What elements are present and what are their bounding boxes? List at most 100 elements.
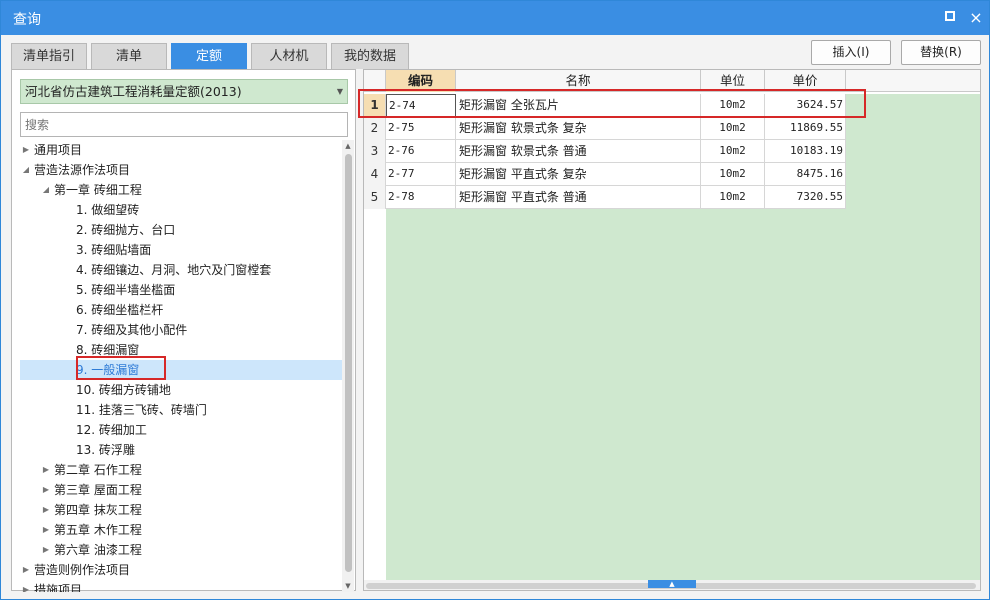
- replace-button[interactable]: 替换(R): [901, 40, 981, 65]
- cell-unit[interactable]: 10m2: [701, 140, 765, 163]
- cell-num[interactable]: 3: [364, 140, 386, 163]
- tree-scrollbar[interactable]: ▲ ▼: [342, 140, 354, 592]
- collapsed-arrow-icon[interactable]: ▶: [20, 140, 32, 160]
- cell-unit[interactable]: 10m2: [701, 117, 765, 140]
- tree-item[interactable]: ▶ 通用项目: [20, 140, 342, 160]
- quota-library-value: 河北省仿古建筑工程消耗量定额(2013): [25, 84, 242, 99]
- tree-item-label: 12. 砖细加工: [76, 423, 147, 437]
- cell-code[interactable]: 2-78: [386, 186, 456, 209]
- collapsed-arrow-icon[interactable]: ▶: [20, 560, 32, 580]
- tree-item[interactable]: ▶ 第四章 抹灰工程: [20, 500, 342, 520]
- tree-item[interactable]: 10. 砖细方砖铺地: [20, 380, 342, 400]
- tree-item-label: 第六章 油漆工程: [54, 543, 142, 557]
- tree-item-label: 11. 挂落三飞砖、砖墙门: [76, 403, 207, 417]
- window-title: 查询: [13, 12, 41, 28]
- table-row[interactable]: 5 2-78 矩形漏窗 平直式条 普通 10m2 7320.55: [364, 186, 846, 209]
- tree-item[interactable]: 9. 一般漏窗: [20, 360, 342, 380]
- insert-button[interactable]: 插入(I): [811, 40, 891, 65]
- cell-name[interactable]: 矩形漏窗 平直式条 普通: [456, 186, 701, 209]
- tree-item-label: 营造法源作法项目: [34, 163, 131, 177]
- tab-labor-material[interactable]: 人材机: [251, 43, 327, 69]
- tree-item-label: 第五章 木作工程: [54, 523, 142, 537]
- tree-item[interactable]: ▶ 营造则例作法项目: [20, 560, 342, 580]
- collapsed-arrow-icon[interactable]: ▶: [40, 500, 52, 520]
- cell-price[interactable]: 7320.55: [765, 186, 846, 209]
- chapter-tree: ▶ 通用项目 ◢ 营造法源作法项目 ◢ 第一章 砖细工程 1. 做细望砖 2. 砖细抛方、台口…: [20, 140, 342, 592]
- tree-item-label: 营造则例作法项目: [34, 563, 131, 577]
- tree-item[interactable]: 12. 砖细加工: [20, 420, 342, 440]
- tree-item-label: 第四章 抹灰工程: [54, 503, 142, 517]
- maximize-icon[interactable]: [941, 9, 959, 27]
- cell-price[interactable]: 11869.55: [765, 117, 846, 140]
- scroll-thumb[interactable]: [345, 154, 352, 572]
- tree-item-label: 3. 砖细贴墙面: [76, 243, 152, 257]
- cell-code[interactable]: 2-75: [386, 117, 456, 140]
- tab-my-data[interactable]: 我的数据: [331, 43, 409, 69]
- table-row[interactable]: 4 2-77 矩形漏窗 平直式条 复杂 10m2 8475.16: [364, 163, 846, 186]
- table-row[interactable]: 3 2-76 矩形漏窗 软景式条 普通 10m2 10183.19: [364, 140, 846, 163]
- cell-name[interactable]: 矩形漏窗 软景式条 普通: [456, 140, 701, 163]
- left-panel: 河北省仿古建筑工程消耗量定额(2013) ▼ ▶通用项目◢营造法源作法项目◢第一…: [11, 69, 356, 592]
- tree-item[interactable]: 8. 砖细漏窗: [20, 340, 342, 360]
- cell-name[interactable]: 矩形漏窗 平直式条 复杂: [456, 163, 701, 186]
- tree-item-label: 第一章 砖细工程: [54, 183, 142, 197]
- tree-item[interactable]: 3. 砖细贴墙面: [20, 240, 342, 260]
- tree-item-label: 措施项目: [34, 583, 83, 592]
- tree-item-label: 6. 砖细坐槛栏杆: [76, 303, 164, 317]
- expanded-arrow-icon[interactable]: ◢: [40, 180, 52, 200]
- collapsed-arrow-icon[interactable]: ▶: [40, 480, 52, 500]
- tree-item-label: 通用项目: [34, 143, 83, 157]
- tree-item[interactable]: 11. 挂落三飞砖、砖墙门: [20, 400, 342, 420]
- tree-item[interactable]: ▶ 第五章 木作工程: [20, 520, 342, 540]
- tree-item[interactable]: ▶ 第二章 石作工程: [20, 460, 342, 480]
- cell-num[interactable]: 4: [364, 163, 386, 186]
- cell-price[interactable]: 8475.16: [765, 163, 846, 186]
- tree-item-label: 7. 砖细及其他小配件: [76, 323, 188, 337]
- annotation-box-tree: [76, 356, 166, 380]
- tab-quota[interactable]: 定额: [171, 43, 247, 69]
- cell-code[interactable]: 2-77: [386, 163, 456, 186]
- search-input[interactable]: [20, 112, 348, 137]
- quota-grid: 编码 名称 单位 单价 1 2-74 矩形漏窗 全张瓦片 10m2 3624.57 2 2-…: [363, 69, 981, 591]
- tree-item-label: 4. 砖细镶边、月洞、地穴及门窗樘套: [76, 263, 272, 277]
- tree-item-label: 13. 砖浮雕: [76, 443, 135, 457]
- scroll-down-icon[interactable]: ▼: [342, 580, 354, 592]
- tab-bill[interactable]: 清单: [91, 43, 167, 69]
- tab-bill-guide[interactable]: 清单指引: [11, 43, 87, 69]
- tree-item[interactable]: 1. 做细望砖: [20, 200, 342, 220]
- tree-item[interactable]: 13. 砖浮雕: [20, 440, 342, 460]
- collapsed-arrow-icon[interactable]: ▶: [40, 540, 52, 560]
- tree-item[interactable]: 5. 砖细半墙坐槛面: [20, 280, 342, 300]
- collapsed-arrow-icon[interactable]: ▶: [40, 520, 52, 540]
- tree-item[interactable]: ◢ 第一章 砖细工程: [20, 180, 342, 200]
- close-icon[interactable]: ×: [967, 9, 985, 27]
- collapsed-arrow-icon[interactable]: ▶: [20, 580, 32, 592]
- cell-code[interactable]: 2-76: [386, 140, 456, 163]
- title-bar[interactable]: 查询 ×: [1, 1, 989, 35]
- cell-unit[interactable]: 10m2: [701, 186, 765, 209]
- scroll-up-icon[interactable]: ▲: [342, 140, 354, 152]
- cell-num[interactable]: 2: [364, 117, 386, 140]
- collapsed-arrow-icon[interactable]: ▶: [40, 460, 52, 480]
- tree-item[interactable]: ▶ 第三章 屋面工程: [20, 480, 342, 500]
- tree-item[interactable]: ▶ 第六章 油漆工程: [20, 540, 342, 560]
- quota-library-select[interactable]: 河北省仿古建筑工程消耗量定额(2013) ▼: [20, 79, 348, 104]
- annotation-box-grid: [358, 89, 866, 118]
- cell-price[interactable]: 10183.19: [765, 140, 846, 163]
- query-dialog: 查询 × 清单指引 清单 定额 人材机 我的数据 插入(I) 替换(R) 河北省…: [0, 0, 990, 600]
- cell-unit[interactable]: 10m2: [701, 163, 765, 186]
- tree-item-label: 10. 砖细方砖铺地: [76, 383, 171, 397]
- tree-item[interactable]: ◢ 营造法源作法项目: [20, 160, 342, 180]
- expanded-arrow-icon[interactable]: ◢: [20, 160, 32, 180]
- tree-item-label: 1. 做细望砖: [76, 203, 140, 217]
- table-row[interactable]: 2 2-75 矩形漏窗 软景式条 复杂 10m2 11869.55: [364, 117, 846, 140]
- tree-item[interactable]: 6. 砖细坐槛栏杆: [20, 300, 342, 320]
- tree-item[interactable]: 4. 砖细镶边、月洞、地穴及门窗樘套: [20, 260, 342, 280]
- tree-item[interactable]: 2. 砖细抛方、台口: [20, 220, 342, 240]
- tree-item[interactable]: 7. 砖细及其他小配件: [20, 320, 342, 340]
- cell-name[interactable]: 矩形漏窗 软景式条 复杂: [456, 117, 701, 140]
- chevron-down-icon[interactable]: ▼: [337, 80, 343, 103]
- cell-num[interactable]: 5: [364, 186, 386, 209]
- tree-item[interactable]: ▶ 措施项目: [20, 580, 342, 592]
- panel-splitter-handle[interactable]: ▲: [648, 580, 696, 588]
